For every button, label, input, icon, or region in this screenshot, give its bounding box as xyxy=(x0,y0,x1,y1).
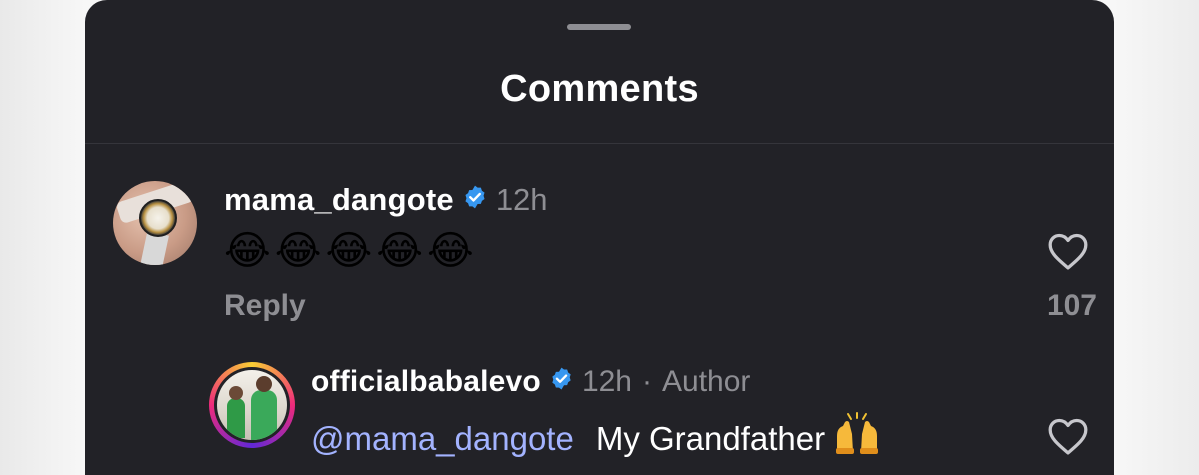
like-count: 107 xyxy=(1046,289,1097,322)
separator-dot: · xyxy=(642,365,652,398)
mention-link[interactable]: @mama_dangote xyxy=(311,420,574,457)
verified-badge-icon xyxy=(549,365,574,399)
heart-outline-icon[interactable] xyxy=(1046,231,1090,271)
comment-username[interactable]: mama_dangote xyxy=(224,182,454,218)
reply-time: 12h xyxy=(581,365,632,398)
reply-text: @mama_dangote My Grandfather xyxy=(311,412,883,462)
reply-header: officialbabalevo 12h · Author xyxy=(311,362,750,402)
story-ring[interactable] xyxy=(209,362,295,448)
avatar xyxy=(214,367,290,443)
author-label: Author xyxy=(662,365,751,398)
raising-hands-icon xyxy=(836,412,879,454)
header-divider xyxy=(85,143,1114,144)
reply-button[interactable]: Reply xyxy=(224,289,306,323)
comments-sheet: Comments mama_dangote 12h 😂😂😂😂😂 Reply 10… xyxy=(85,0,1114,475)
comment-header: mama_dangote 12h xyxy=(224,180,548,220)
sheet-title: Comments xyxy=(500,68,699,110)
verified-badge-icon xyxy=(462,182,488,218)
screen: Comments mama_dangote 12h 😂😂😂😂😂 Reply 10… xyxy=(0,0,1199,475)
comment-time: 12h xyxy=(495,182,548,217)
drag-handle[interactable] xyxy=(567,24,631,30)
heart-outline-icon[interactable] xyxy=(1046,416,1090,456)
reply-message: My Grandfather xyxy=(595,420,826,457)
comment-text: 😂😂😂😂😂 xyxy=(224,228,478,274)
avatar[interactable] xyxy=(113,181,197,265)
reply-username[interactable]: officialbabalevo xyxy=(311,365,541,399)
